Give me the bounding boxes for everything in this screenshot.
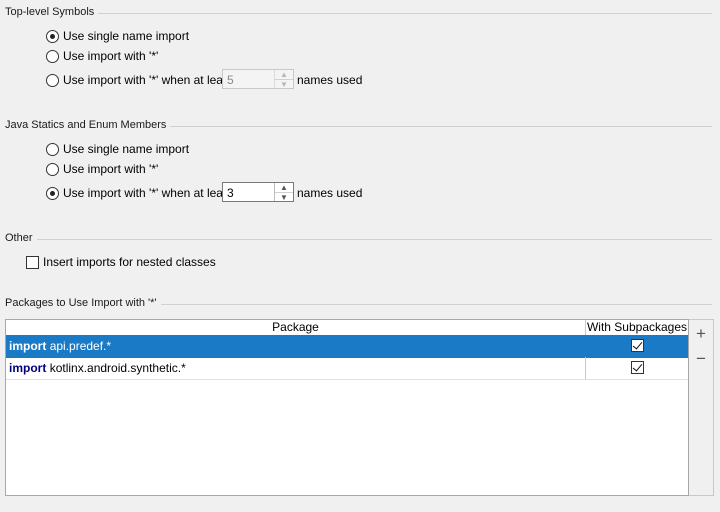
table-row[interactable]: import kotlinx.android.synthetic.*	[6, 357, 688, 380]
column-header-package[interactable]: Package	[6, 320, 586, 335]
radio-indicator	[46, 73, 59, 87]
java-statics-star-at-least-radio[interactable]: Use import with '*' when at least	[46, 183, 232, 203]
with-subpackages-cell	[585, 357, 689, 379]
import-keyword: import	[9, 339, 47, 353]
column-header-with-subpackages[interactable]: With Subpackages	[586, 320, 688, 335]
table-row[interactable]: import api.predef.*	[6, 335, 688, 358]
with-subpackages-checkbox[interactable]	[631, 339, 644, 352]
chevron-up-icon[interactable]: ▲	[275, 183, 293, 193]
import-keyword: import	[9, 361, 47, 375]
spinner-value: 3	[227, 186, 234, 200]
spinner-buttons: ▲ ▼	[274, 70, 293, 89]
checkbox-indicator	[26, 255, 39, 269]
plus-icon[interactable]: +	[693, 325, 709, 342]
option-label: Use import with '*'	[63, 49, 159, 63]
section-other: Other	[5, 232, 712, 246]
chevron-down-icon[interactable]: ▼	[275, 80, 293, 89]
option-label: Use import with '*' when at least	[63, 73, 233, 87]
with-subpackages-checkbox[interactable]	[631, 361, 644, 374]
option-label: Insert imports for nested classes	[43, 255, 216, 269]
section-title: Other	[5, 232, 37, 244]
top-level-star-import-radio[interactable]: Use import with '*'	[46, 46, 158, 66]
package-cell[interactable]: import api.predef.*	[9, 339, 111, 353]
chevron-down-icon[interactable]: ▼	[275, 193, 293, 202]
table-toolbar: + −	[689, 319, 714, 496]
spinner-buttons: ▲ ▼	[274, 183, 293, 202]
spinner-value: 5	[227, 73, 234, 87]
radio-indicator	[46, 29, 59, 43]
package-name: api.predef.*	[49, 339, 112, 353]
radio-indicator	[46, 49, 59, 63]
top-level-star-at-least-radio[interactable]: Use import with '*' when at least	[46, 70, 232, 90]
insert-nested-imports-checkbox[interactable]: Insert imports for nested classes	[26, 252, 216, 272]
section-title: Java Statics and Enum Members	[5, 119, 171, 131]
section-title: Packages to Use Import with '*'	[5, 297, 161, 309]
section-title: Top-level Symbols	[5, 6, 99, 18]
section-packages: Packages to Use Import with '*'	[5, 297, 712, 311]
package-name: kotlinx.android.synthetic.*	[49, 361, 186, 375]
with-subpackages-cell	[585, 335, 689, 357]
section-java-statics: Java Statics and Enum Members	[5, 119, 712, 133]
section-divider	[5, 239, 712, 240]
option-label: Use import with '*' when at least	[63, 186, 233, 200]
radio-indicator	[46, 162, 59, 176]
section-divider	[5, 13, 712, 14]
section-top-level: Top-level Symbols	[5, 6, 712, 20]
radio-indicator	[46, 142, 59, 156]
package-cell[interactable]: import kotlinx.android.synthetic.*	[9, 361, 186, 375]
minus-icon[interactable]: −	[693, 350, 709, 367]
chevron-up-icon[interactable]: ▲	[275, 70, 293, 80]
option-label: Use import with '*'	[63, 162, 159, 176]
java-statics-single-import-radio[interactable]: Use single name import	[46, 139, 189, 159]
names-used-label: names used	[297, 186, 363, 200]
java-statics-star-import-radio[interactable]: Use import with '*'	[46, 159, 158, 179]
java-statics-names-count-spinner[interactable]: 3 ▲ ▼	[222, 182, 294, 202]
table-header: Package With Subpackages	[6, 320, 688, 336]
names-used-label: names used	[297, 73, 363, 87]
option-label: Use single name import	[63, 142, 190, 156]
top-level-single-import-radio[interactable]: Use single name import	[46, 26, 189, 46]
top-level-names-count-spinner[interactable]: 5 ▲ ▼	[222, 69, 294, 89]
radio-indicator	[46, 186, 59, 200]
packages-table: Package With Subpackages import api.pred…	[5, 319, 689, 496]
option-label: Use single name import	[63, 29, 190, 43]
